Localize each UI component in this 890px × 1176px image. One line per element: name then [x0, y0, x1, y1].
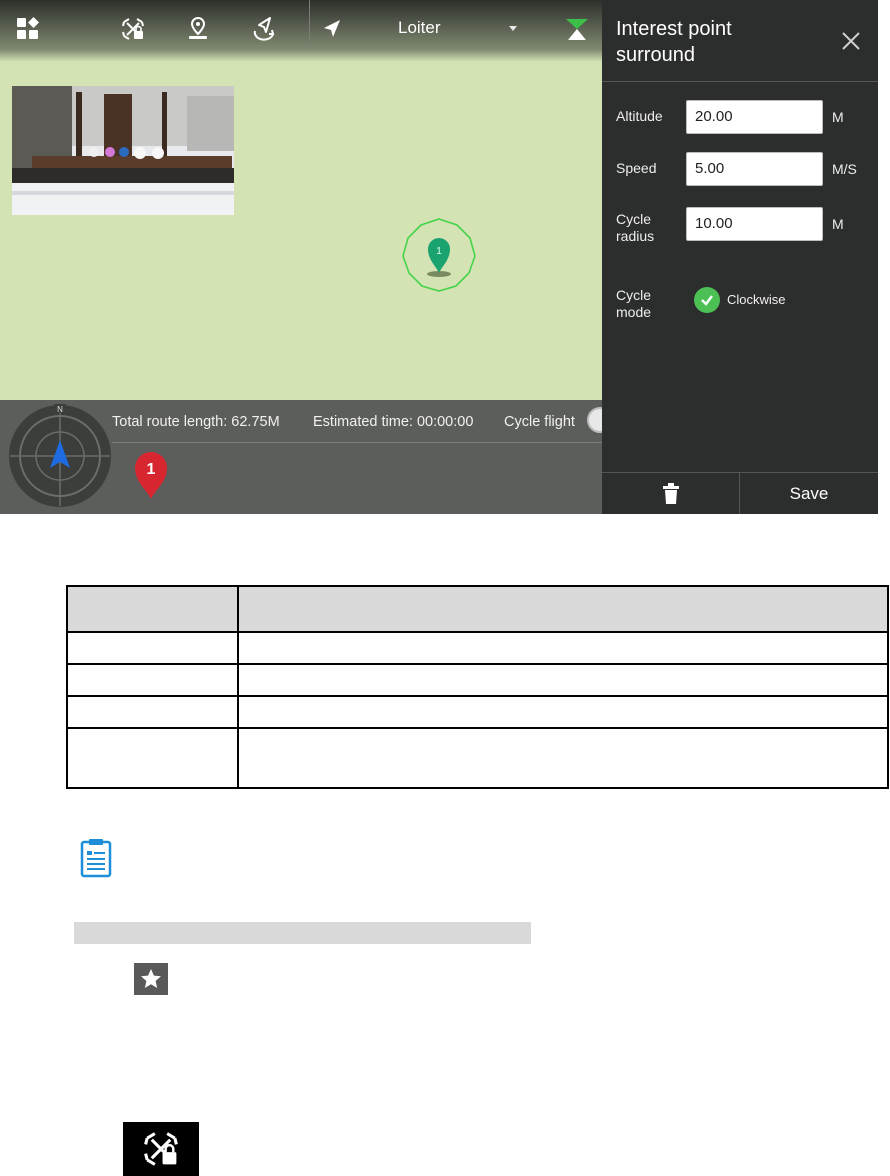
speed-unit: M/S — [832, 161, 857, 177]
poi-marker-label: 1 — [436, 246, 442, 257]
altitude-input[interactable]: 20.00 — [686, 100, 823, 134]
compass-icon: N — [8, 404, 112, 508]
bottom-status-bar: N Total route length: 62.75M Estimated t… — [0, 400, 613, 514]
save-button[interactable]: Save — [740, 473, 878, 514]
document-page: Loiter 1 N Total route length: 62.75M Es… — [0, 0, 890, 1176]
takeoff-icon[interactable] — [249, 14, 279, 44]
interest-point-panel: Interest point surround Altitude 20.00 M… — [602, 0, 878, 514]
drone-lock-icon — [123, 1122, 199, 1176]
table-cell — [237, 585, 889, 633]
table-cell — [66, 663, 239, 697]
altitude-unit: M — [832, 109, 844, 125]
table-cell — [237, 663, 889, 697]
route-marker-label: 1 — [147, 461, 156, 478]
delete-button[interactable] — [602, 473, 739, 514]
cycle-mode-value[interactable]: Clockwise — [727, 292, 786, 307]
camera-preview[interactable] — [12, 86, 234, 215]
altitude-label: Altitude — [616, 108, 663, 124]
table-row — [66, 727, 889, 789]
dashboard-icon[interactable] — [13, 14, 43, 44]
route-divider — [112, 442, 602, 443]
cycle-radius-input[interactable]: 10.00 — [686, 207, 823, 241]
note-highlight-bar — [74, 922, 531, 944]
route-length-text: Total route length: 62.75M — [112, 414, 280, 430]
compass-north-label: N — [57, 405, 63, 414]
table-header-row — [66, 585, 889, 633]
star-icon — [134, 963, 168, 995]
trash-icon — [662, 482, 679, 504]
clockwise-check-icon[interactable] — [694, 287, 720, 313]
flight-mode-select[interactable]: Loiter — [398, 18, 441, 38]
app-screenshot: Loiter 1 N Total route length: 62.75M Es… — [0, 0, 878, 514]
table-row — [66, 663, 889, 697]
estimated-time-text: Estimated time: 00:00:00 — [313, 414, 474, 430]
cycle-radius-unit: M — [832, 216, 844, 232]
table-row — [66, 695, 889, 729]
speed-input[interactable]: 5.00 — [686, 152, 823, 186]
table-cell — [237, 631, 889, 665]
panel-divider — [602, 81, 878, 82]
route-waypoint-marker[interactable]: 1 — [133, 450, 169, 500]
parameter-table — [66, 585, 889, 789]
table-cell — [66, 727, 239, 789]
top-toolbar: Loiter — [0, 0, 602, 62]
table-cell — [66, 585, 239, 633]
cycle-flight-label: Cycle flight — [504, 414, 575, 430]
location-pin-icon[interactable] — [183, 14, 213, 44]
panel-title: Interest point surround — [616, 18, 732, 66]
clipboard-note-icon — [80, 838, 112, 878]
speed-label: Speed — [616, 160, 657, 176]
cycle-mode-label: Cycle mode — [616, 287, 652, 320]
cycle-radius-label: Cycle radius — [616, 211, 655, 244]
table-cell — [66, 695, 239, 729]
toolbar-divider — [309, 0, 310, 50]
interest-point-marker[interactable]: 1 — [400, 216, 478, 294]
drone-lock-icon[interactable] — [118, 14, 148, 44]
signal-icon — [562, 14, 592, 44]
navigation-arrow-icon[interactable] — [317, 14, 347, 44]
table-cell — [237, 695, 889, 729]
table-cell — [66, 631, 239, 665]
close-icon[interactable] — [840, 30, 862, 52]
table-row — [66, 631, 889, 665]
table-cell — [237, 727, 889, 789]
chevron-down-icon[interactable] — [509, 26, 517, 31]
